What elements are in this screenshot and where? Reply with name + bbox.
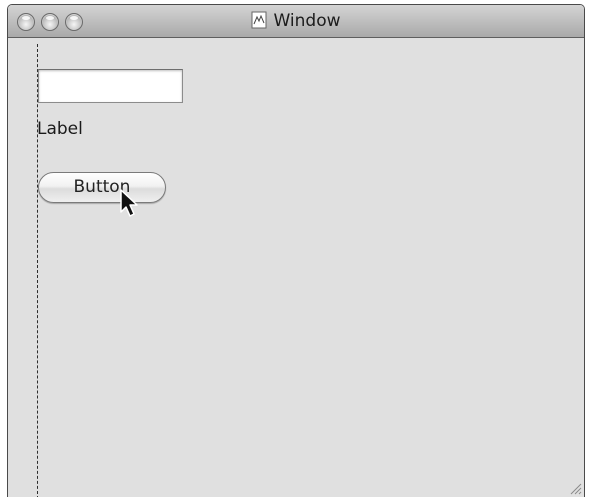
- app-window: Window Label Button: [7, 4, 585, 497]
- text-field[interactable]: [38, 69, 183, 103]
- label-text: Label: [37, 119, 83, 139]
- resize-grip-icon[interactable]: [568, 481, 582, 495]
- mouse-pointer-icon: [120, 189, 138, 217]
- push-button[interactable]: Button: [38, 172, 166, 203]
- alignment-guide-line: [37, 44, 38, 497]
- document-icon: [251, 11, 267, 29]
- window-title: Window: [273, 11, 341, 31]
- window-content: Label Button: [8, 38, 584, 497]
- title-bar[interactable]: Window: [8, 5, 584, 38]
- window-title-area: Window: [8, 11, 584, 31]
